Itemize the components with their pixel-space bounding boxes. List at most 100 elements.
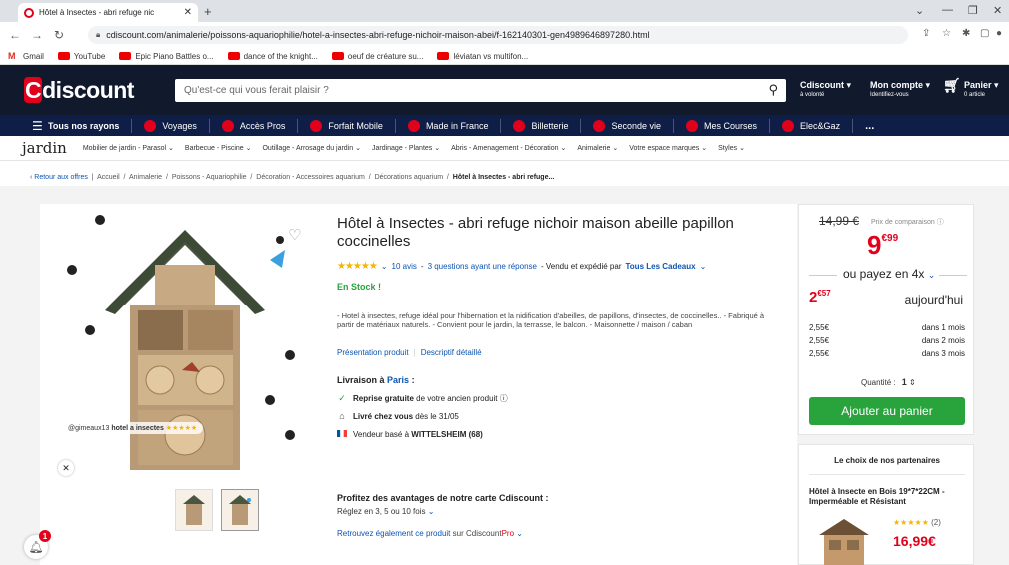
category-item[interactable]: Abris - Amenagement - Décoration ⌄ bbox=[451, 144, 566, 152]
sidebar-icon[interactable]: ▢ bbox=[980, 28, 989, 39]
close-icon[interactable]: ✕ bbox=[58, 460, 74, 476]
extensions-icon[interactable]: ✱ bbox=[962, 28, 970, 39]
cdiscount-logo[interactable]: Cdiscount bbox=[24, 77, 134, 104]
gmail-icon: M bbox=[8, 51, 16, 61]
price-box: 14,99 € Prix de comparaison ⓘ 9€99 ou pa… bbox=[798, 204, 974, 435]
reload-icon[interactable]: ↻ bbox=[48, 28, 70, 42]
menu-seconde-vie[interactable]: Seconde vie bbox=[580, 118, 673, 133]
chevron-down-icon[interactable]: ⌄ bbox=[700, 262, 707, 271]
seller-link[interactable]: Tous Les Cadeaux bbox=[626, 262, 696, 271]
quantity-selector[interactable]: Quantité :1 ⇕ bbox=[861, 377, 916, 387]
menu-voyages[interactable]: Voyages bbox=[131, 118, 209, 133]
breadcrumb-item[interactable]: Poissons - Aquariophilie bbox=[172, 174, 247, 181]
cdiscount-a-volonte-link[interactable]: Cdiscount ▾ à volonté bbox=[800, 81, 851, 100]
maximize-icon[interactable]: ❐ bbox=[968, 4, 978, 17]
category-item[interactable]: Outillage - Arrosage du jardin ⌄ bbox=[262, 144, 360, 152]
back-to-offers-link[interactable]: ‹ Retour aux offres bbox=[30, 174, 88, 181]
search-input[interactable]: Qu'est-ce qui vous ferait plaisir ? ⚲ bbox=[175, 79, 786, 102]
category-title[interactable]: jardin bbox=[22, 139, 67, 157]
wishlist-heart-icon[interactable]: ♡ bbox=[288, 226, 301, 244]
menu-made-in-france[interactable]: Made in France bbox=[394, 118, 501, 133]
pro-link[interactable]: Retrouvez également ce produit sur Cdisc… bbox=[337, 529, 523, 538]
new-tab-icon[interactable]: + bbox=[204, 4, 212, 19]
menu-tous-nos-rayons[interactable]: ☰ Tous nos rayons bbox=[0, 119, 131, 133]
chevron-down-icon: ⌄ bbox=[516, 529, 523, 538]
youtube-icon bbox=[119, 52, 132, 60]
divider bbox=[939, 275, 967, 276]
delivery-date-row: ⌂ Livré chez vous dès le 31/05 bbox=[337, 411, 459, 421]
breadcrumb-item[interactable]: Décoration - Accessoires aquarium bbox=[256, 174, 365, 181]
chevron-down-icon[interactable]: ⌄ bbox=[381, 262, 388, 271]
stepper-icon: ⇕ bbox=[908, 378, 916, 387]
menu-acces-pros[interactable]: Accès Pros bbox=[208, 118, 298, 133]
product-rating: ★★★★★ ⌄ 10 avis - 3 questions ayant une … bbox=[337, 261, 707, 272]
add-to-cart-button[interactable]: Ajouter au panier bbox=[809, 397, 965, 425]
hamburger-icon: ☰ bbox=[32, 118, 43, 133]
category-item[interactable]: Barbecue - Piscine ⌄ bbox=[185, 144, 252, 152]
cart-icon[interactable]: 🛒︎ bbox=[943, 78, 961, 92]
category-item[interactable]: Styles ⌄ bbox=[718, 144, 745, 152]
breadcrumb-item[interactable]: Animalerie bbox=[129, 174, 162, 181]
youtube-icon bbox=[331, 52, 344, 60]
reviews-link[interactable]: 10 avis bbox=[392, 262, 417, 271]
tab-search-icon[interactable]: ⌄ bbox=[915, 4, 924, 17]
detailed-description-link[interactable]: Descriptif détaillé bbox=[421, 348, 482, 357]
category-item[interactable]: Mobilier de jardin - Parasol ⌄ bbox=[83, 144, 174, 152]
delivery-city-link[interactable]: Paris bbox=[387, 375, 409, 385]
card-promo-title: Profitez des avantages de notre carte Cd… bbox=[337, 493, 549, 503]
current-price: 9€99 bbox=[867, 230, 899, 260]
search-icon[interactable]: ⚲ bbox=[768, 82, 778, 98]
menu-forfait-mobile[interactable]: Forfait Mobile bbox=[297, 118, 395, 133]
close-window-icon[interactable]: ✕ bbox=[993, 4, 1002, 17]
product-description: - Hotel à insectes, refuge idéal pour l'… bbox=[337, 311, 765, 329]
thumbnail[interactable] bbox=[175, 489, 213, 531]
breadcrumb-item[interactable]: Accueil bbox=[97, 174, 120, 181]
questions-link[interactable]: 3 questions ayant une réponse bbox=[428, 262, 537, 271]
category-item[interactable]: Animalerie ⌄ bbox=[577, 144, 618, 152]
search-placeholder: Qu'est-ce qui vous ferait plaisir ? bbox=[184, 85, 329, 96]
menu-mes-courses[interactable]: Mes Courses bbox=[673, 118, 769, 133]
installment-row: 2,55€ dans 1 mois bbox=[809, 323, 965, 332]
old-price: 14,99 € bbox=[819, 214, 860, 228]
menu-elec-gaz[interactable]: Elec&Gaz bbox=[769, 118, 852, 133]
browser-tab[interactable]: Hôtel à Insectes - abri refuge nic ✕ bbox=[18, 3, 198, 22]
share-icon[interactable]: ⇪ bbox=[922, 28, 930, 39]
menu-more[interactable]: ... bbox=[852, 118, 886, 133]
bookmark-dance[interactable]: dance of the knight... bbox=[227, 52, 318, 61]
bookmark-leviatan[interactable]: léviatan vs multifon... bbox=[437, 52, 528, 61]
presentation-link[interactable]: Présentation produit bbox=[337, 348, 409, 357]
breadcrumb-item[interactable]: Décorations aquarium bbox=[375, 174, 443, 181]
bookmark-epic-piano[interactable]: Epic Piano Battles o... bbox=[119, 52, 214, 61]
close-tab-icon[interactable]: ✕ bbox=[184, 7, 192, 18]
bookmark-star-icon[interactable]: ☆ bbox=[942, 28, 951, 39]
cart-link[interactable]: Panier ▾ 0 article bbox=[964, 81, 999, 100]
youtube-icon bbox=[437, 52, 450, 60]
partners-box: Le choix de nos partenaires Hôtel à Inse… bbox=[798, 444, 974, 565]
account-link[interactable]: Mon compte ▾ Identifiez-vous bbox=[870, 81, 930, 100]
installment-row: 2,55€ dans 3 mois bbox=[809, 349, 965, 358]
product-title: Hôtel à Insectes - abri refuge nichoir m… bbox=[337, 215, 734, 250]
info-icon[interactable]: ⓘ bbox=[500, 394, 508, 403]
bookmark-gmail[interactable]: M Gmail bbox=[8, 52, 44, 61]
thumbnail[interactable] bbox=[221, 489, 259, 531]
card-promo-sub: Réglez en 3, 5 ou 10 fois ⌄ bbox=[337, 507, 435, 516]
bookmark-oeuf[interactable]: oeuf de créature su... bbox=[331, 52, 423, 61]
chevron-down-icon[interactable]: ⌄ bbox=[428, 507, 435, 516]
info-icon[interactable]: ⓘ bbox=[937, 219, 944, 226]
product-main-image[interactable] bbox=[60, 210, 310, 475]
pay-in-4x-toggle[interactable]: ou payez en 4x ⌄ bbox=[843, 267, 935, 281]
back-arrow-icon[interactable]: ← bbox=[4, 28, 26, 42]
delivery-heading: Livraison à Paris : bbox=[337, 375, 415, 385]
category-item[interactable]: Jardinage - Plantes ⌄ bbox=[372, 144, 440, 152]
partner-product-title[interactable]: Hôtel à Insecte en Bois 19*7*22CM - Impe… bbox=[809, 487, 969, 507]
category-item[interactable]: Votre espace marques ⌄ bbox=[629, 144, 707, 152]
pro-icon bbox=[221, 119, 234, 132]
url-field[interactable]: 🔒︎ cdiscount.com/animalerie/poissons-aqu… bbox=[88, 26, 908, 44]
bookmark-youtube[interactable]: YouTube bbox=[57, 52, 105, 61]
forward-arrow-icon[interactable]: → bbox=[26, 28, 48, 42]
check-icon: ✓ bbox=[338, 393, 346, 403]
menu-billetterie[interactable]: Billetterie bbox=[500, 118, 580, 133]
minimize-icon[interactable]: — bbox=[942, 4, 953, 16]
partner-product-image[interactable] bbox=[809, 515, 879, 565]
profile-icon[interactable]: ● bbox=[996, 28, 1002, 39]
